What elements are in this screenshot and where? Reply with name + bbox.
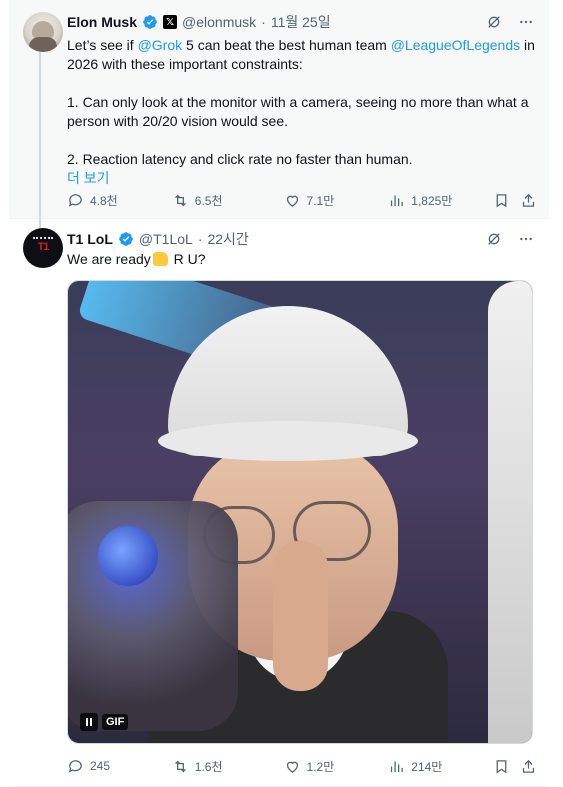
reply-count: 245	[90, 759, 111, 773]
text-segment: 5 can beat the best human team	[182, 37, 391, 53]
tweet-header: Elon Musk 𝕏 @elonmusk · 11월 25일	[67, 12, 331, 32]
avatar-body	[29, 37, 57, 52]
heart-icon	[286, 195, 298, 207]
view-count: 214만	[411, 759, 443, 774]
mention-leagueoflegends[interactable]: @LeagueOfLegends	[391, 37, 520, 53]
tweet-time[interactable]: 22시간	[207, 229, 248, 249]
constraint-1: 1. Can only look at the monitor with a c…	[67, 94, 529, 129]
avatar[interactable]: T1	[23, 228, 63, 268]
author-handle[interactable]: @T1LoL	[139, 231, 193, 247]
x-affiliate-badge-icon: 𝕏	[163, 15, 178, 29]
repost-count: 1.6천	[194, 759, 223, 774]
repost-icon	[174, 194, 186, 206]
reply-icon	[68, 193, 82, 207]
parent-tweet[interactable]: Elon Musk 𝕏 @elonmusk · 11월 25일 Let’s se…	[9, 0, 549, 230]
trophy	[68, 501, 238, 731]
heart-icon	[286, 761, 298, 773]
avatar-dots	[33, 237, 53, 239]
author-name[interactable]: T1 LoL	[67, 231, 113, 247]
views-button[interactable]: 214만	[388, 758, 493, 775]
gif-badge: GIF	[102, 714, 129, 730]
analytics-icon	[391, 195, 404, 206]
view-count: 1,825만	[411, 193, 453, 208]
repost-button[interactable]: 6.5천	[172, 192, 284, 209]
tweet-actions: 245 1.6천 1.2만 214만	[67, 756, 537, 776]
like-button[interactable]: 7.1만	[284, 192, 389, 209]
reply-count: 4.8천	[90, 193, 118, 208]
gif-media[interactable]: GIF	[67, 280, 533, 744]
separator-dot: ·	[197, 231, 203, 247]
more-options-icon[interactable]	[517, 13, 535, 31]
bookmark-button[interactable]	[493, 192, 520, 209]
repost-button[interactable]: 1.6천	[172, 758, 284, 775]
bookmark-icon	[496, 759, 507, 773]
mention-grok[interactable]: @Grok	[138, 37, 183, 53]
verified-badge-icon	[143, 15, 157, 29]
tweet-actions: 4.8천 6.5천 7.1만 1,825만	[67, 190, 537, 210]
grok-icon[interactable]	[485, 230, 503, 248]
reply-icon	[68, 759, 82, 773]
grok-icon[interactable]	[485, 13, 503, 31]
thumbs-up-emoji-icon	[152, 252, 168, 266]
views-button[interactable]: 1,825만	[388, 192, 493, 209]
bookmark-button[interactable]	[493, 758, 520, 775]
analytics-icon	[391, 761, 404, 772]
tweet-text: Let’s see if @Grok 5 can beat the best h…	[67, 36, 537, 188]
tweet-thread: Elon Musk 𝕏 @elonmusk · 11월 25일 Let’s se…	[9, 0, 549, 787]
raised-finger	[273, 541, 328, 691]
tweet-top-actions	[485, 230, 535, 248]
like-count: 1.2만	[306, 759, 335, 774]
tweet-top-actions	[485, 13, 535, 31]
tweet-text-end: R U?	[169, 251, 206, 267]
tweet-header: T1 LoL @T1LoL · 22시간	[67, 229, 249, 249]
share-icon	[522, 193, 535, 207]
trophy-gem	[98, 526, 158, 586]
repost-icon	[174, 760, 186, 772]
author-name[interactable]: Elon Musk	[67, 14, 137, 30]
repost-count: 6.5천	[194, 193, 223, 208]
like-count: 7.1만	[306, 193, 335, 208]
cap-brim	[158, 421, 418, 461]
like-button[interactable]: 1.2만	[284, 758, 389, 775]
avatar[interactable]	[23, 12, 63, 52]
text-segment: Let’s see if	[67, 37, 138, 53]
bookmark-icon	[496, 193, 507, 207]
share-button[interactable]	[520, 192, 537, 209]
tweet-text-start: We are ready	[67, 251, 151, 267]
author-handle[interactable]: @elonmusk	[182, 14, 256, 30]
tweet-text: We are ready R U?	[67, 250, 537, 269]
tweet-date[interactable]: 11월 25일	[271, 12, 331, 32]
more-options-icon[interactable]	[517, 230, 535, 248]
share-button[interactable]	[520, 758, 537, 775]
t1-logo-icon: T1	[37, 241, 50, 253]
background-person	[488, 281, 532, 743]
separator-dot: ·	[261, 14, 266, 30]
share-icon	[522, 759, 535, 773]
verified-badge-icon	[119, 232, 133, 246]
reply-button[interactable]: 4.8천	[67, 192, 172, 209]
tweet-intro: Let’s see if @Grok 5 can beat the best h…	[67, 36, 537, 74]
show-more-link[interactable]: 더 보기	[67, 169, 537, 188]
gif-controls: GIF	[80, 713, 129, 731]
pause-icon[interactable]	[80, 713, 98, 731]
constraint-2: 2. Reaction latency and click rate no fa…	[67, 151, 413, 167]
thread-connector-line	[39, 52, 41, 230]
reply-button[interactable]: 245	[67, 758, 172, 775]
